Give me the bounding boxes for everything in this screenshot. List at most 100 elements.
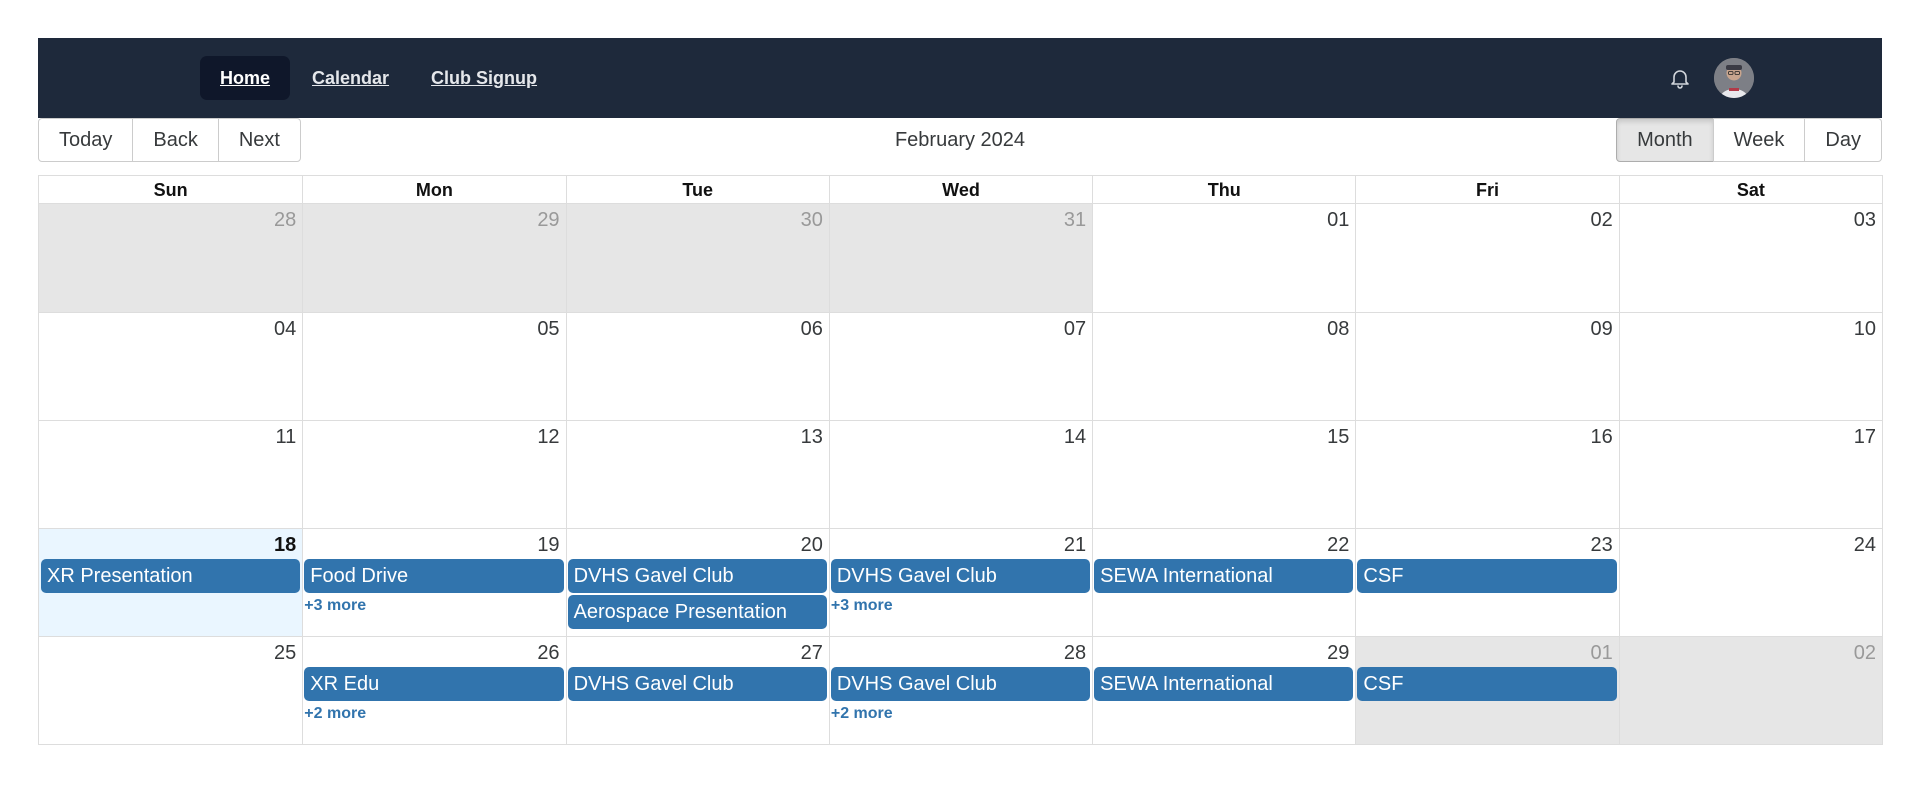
- day-cell: 14: [829, 421, 1092, 528]
- date-number[interactable]: 27: [566, 637, 829, 667]
- date-number[interactable]: 14: [829, 421, 1092, 451]
- date-number[interactable]: 28: [829, 637, 1092, 667]
- event-chip[interactable]: CSF: [1357, 667, 1617, 701]
- week-view-button[interactable]: Week: [1712, 118, 1806, 162]
- date-number[interactable]: 29: [1092, 637, 1355, 667]
- day-cell: 07: [829, 313, 1092, 420]
- date-number[interactable]: 22: [1092, 529, 1355, 559]
- day-cell: 15: [1092, 421, 1355, 528]
- date-number[interactable]: 02: [1619, 637, 1882, 667]
- week-row: 11 12 13 14 15 16 17: [39, 420, 1882, 528]
- day-cell: 09: [1355, 313, 1618, 420]
- day-cell: 13: [566, 421, 829, 528]
- date-number[interactable]: 08: [1092, 313, 1355, 343]
- show-more-link[interactable]: +2 more: [304, 705, 565, 723]
- date-number[interactable]: 19: [302, 529, 565, 559]
- show-more-link[interactable]: +3 more: [831, 597, 1092, 615]
- day-cell: 05: [302, 313, 565, 420]
- bell-icon[interactable]: [1658, 56, 1702, 100]
- weekday-header-wed: Wed: [828, 176, 1092, 204]
- date-number[interactable]: 06: [566, 313, 829, 343]
- event-chip[interactable]: DVHS Gavel Club: [830, 667, 1091, 701]
- view-button-group: Month Week Day: [1616, 118, 1882, 162]
- date-number[interactable]: 21: [829, 529, 1092, 559]
- date-number-today[interactable]: 18: [39, 529, 302, 559]
- weekday-header-thu: Thu: [1092, 176, 1355, 204]
- day-cell: 25: [39, 637, 302, 744]
- back-button[interactable]: Back: [132, 118, 219, 162]
- date-number[interactable]: 03: [1619, 204, 1882, 234]
- month-view-button[interactable]: Month: [1616, 118, 1714, 162]
- event-chip[interactable]: CSF: [1357, 559, 1617, 593]
- day-cell: 23 CSF: [1355, 529, 1618, 636]
- date-number[interactable]: 04: [39, 313, 302, 343]
- next-button[interactable]: Next: [217, 118, 301, 162]
- week-row: 18 XR Presentation 19 Food Drive +3 more 20 DV…: [39, 528, 1882, 636]
- date-number[interactable]: 30: [566, 204, 829, 234]
- nav-link-home[interactable]: Home: [200, 56, 291, 100]
- event-chip[interactable]: Food Drive: [304, 559, 564, 593]
- date-number[interactable]: 20: [566, 529, 829, 559]
- event-chip[interactable]: XR Edu: [304, 667, 564, 701]
- day-cell: 19 Food Drive +3 more: [302, 529, 565, 636]
- nav-link-club-signup[interactable]: Club Signup: [411, 56, 557, 100]
- user-avatar[interactable]: [1714, 58, 1754, 98]
- weekday-header-row: Sun Mon Tue Wed Thu Fri Sat: [39, 176, 1882, 204]
- date-number[interactable]: 17: [1619, 421, 1882, 451]
- day-cell: 26 XR Edu +2 more: [302, 637, 565, 744]
- show-more-link[interactable]: +3 more: [304, 597, 565, 615]
- week-content: 18 XR Presentation 19 Food Drive +3 more 20 DV…: [39, 529, 1882, 636]
- date-number[interactable]: 23: [1355, 529, 1618, 559]
- date-number[interactable]: 13: [566, 421, 829, 451]
- date-number[interactable]: 01: [1355, 637, 1618, 667]
- date-number[interactable]: 25: [39, 637, 302, 667]
- week-row: 25 26 XR Edu +2 more 27 DVHS Gavel Club 28 DVHS…: [39, 636, 1882, 744]
- date-number[interactable]: 02: [1355, 204, 1618, 234]
- event-chip[interactable]: DVHS Gavel Club: [567, 559, 827, 593]
- day-cell: 29: [302, 204, 565, 312]
- weekday-header-sat: Sat: [1618, 176, 1882, 204]
- current-month-label: February 2024: [894, 129, 1026, 151]
- week-content: 25 26 XR Edu +2 more 27 DVHS Gavel Club 28 DVHS…: [39, 637, 1882, 744]
- event-chip[interactable]: XR Presentation: [41, 559, 301, 593]
- date-number[interactable]: 05: [302, 313, 565, 343]
- day-cell: 12: [302, 421, 565, 528]
- date-number[interactable]: 10: [1619, 313, 1882, 343]
- date-number[interactable]: 29: [302, 204, 565, 234]
- date-number[interactable]: 31: [829, 204, 1092, 234]
- show-more-link[interactable]: +2 more: [831, 705, 1092, 723]
- day-cell: 28: [39, 204, 302, 312]
- date-number[interactable]: 28: [39, 204, 302, 234]
- date-number[interactable]: 12: [302, 421, 565, 451]
- date-number[interactable]: 26: [302, 637, 565, 667]
- day-cell: 04: [39, 313, 302, 420]
- day-cell: 08: [1092, 313, 1355, 420]
- date-number[interactable]: 09: [1355, 313, 1618, 343]
- day-cell: 01 CSF: [1355, 637, 1618, 744]
- date-number[interactable]: 16: [1355, 421, 1618, 451]
- date-number[interactable]: 07: [829, 313, 1092, 343]
- event-chip[interactable]: Aerospace Presentation: [567, 595, 827, 629]
- weekday-header-mon: Mon: [302, 176, 565, 204]
- event-chip[interactable]: DVHS Gavel Club: [830, 559, 1091, 593]
- day-cell: 21 DVHS Gavel Club +3 more: [829, 529, 1092, 636]
- date-number[interactable]: 24: [1619, 529, 1882, 559]
- day-cell: 31: [829, 204, 1092, 312]
- day-cell: 06: [566, 313, 829, 420]
- event-chip[interactable]: DVHS Gavel Club: [567, 667, 827, 701]
- date-number[interactable]: 15: [1092, 421, 1355, 451]
- day-cell: 22 SEWA International: [1092, 529, 1355, 636]
- day-cell: 24: [1619, 529, 1882, 636]
- event-chip[interactable]: SEWA International: [1094, 667, 1354, 701]
- day-view-button[interactable]: Day: [1804, 118, 1882, 162]
- nav-link-calendar[interactable]: Calendar: [292, 56, 409, 100]
- navigation-button-group: Today Back Next: [38, 118, 301, 162]
- date-number[interactable]: 01: [1092, 204, 1355, 234]
- day-cell: 02: [1355, 204, 1618, 312]
- day-cell: 11: [39, 421, 302, 528]
- day-cell: 16: [1355, 421, 1618, 528]
- event-chip[interactable]: SEWA International: [1094, 559, 1354, 593]
- today-button[interactable]: Today: [38, 118, 134, 162]
- day-cell: 30: [566, 204, 829, 312]
- date-number[interactable]: 11: [39, 421, 302, 451]
